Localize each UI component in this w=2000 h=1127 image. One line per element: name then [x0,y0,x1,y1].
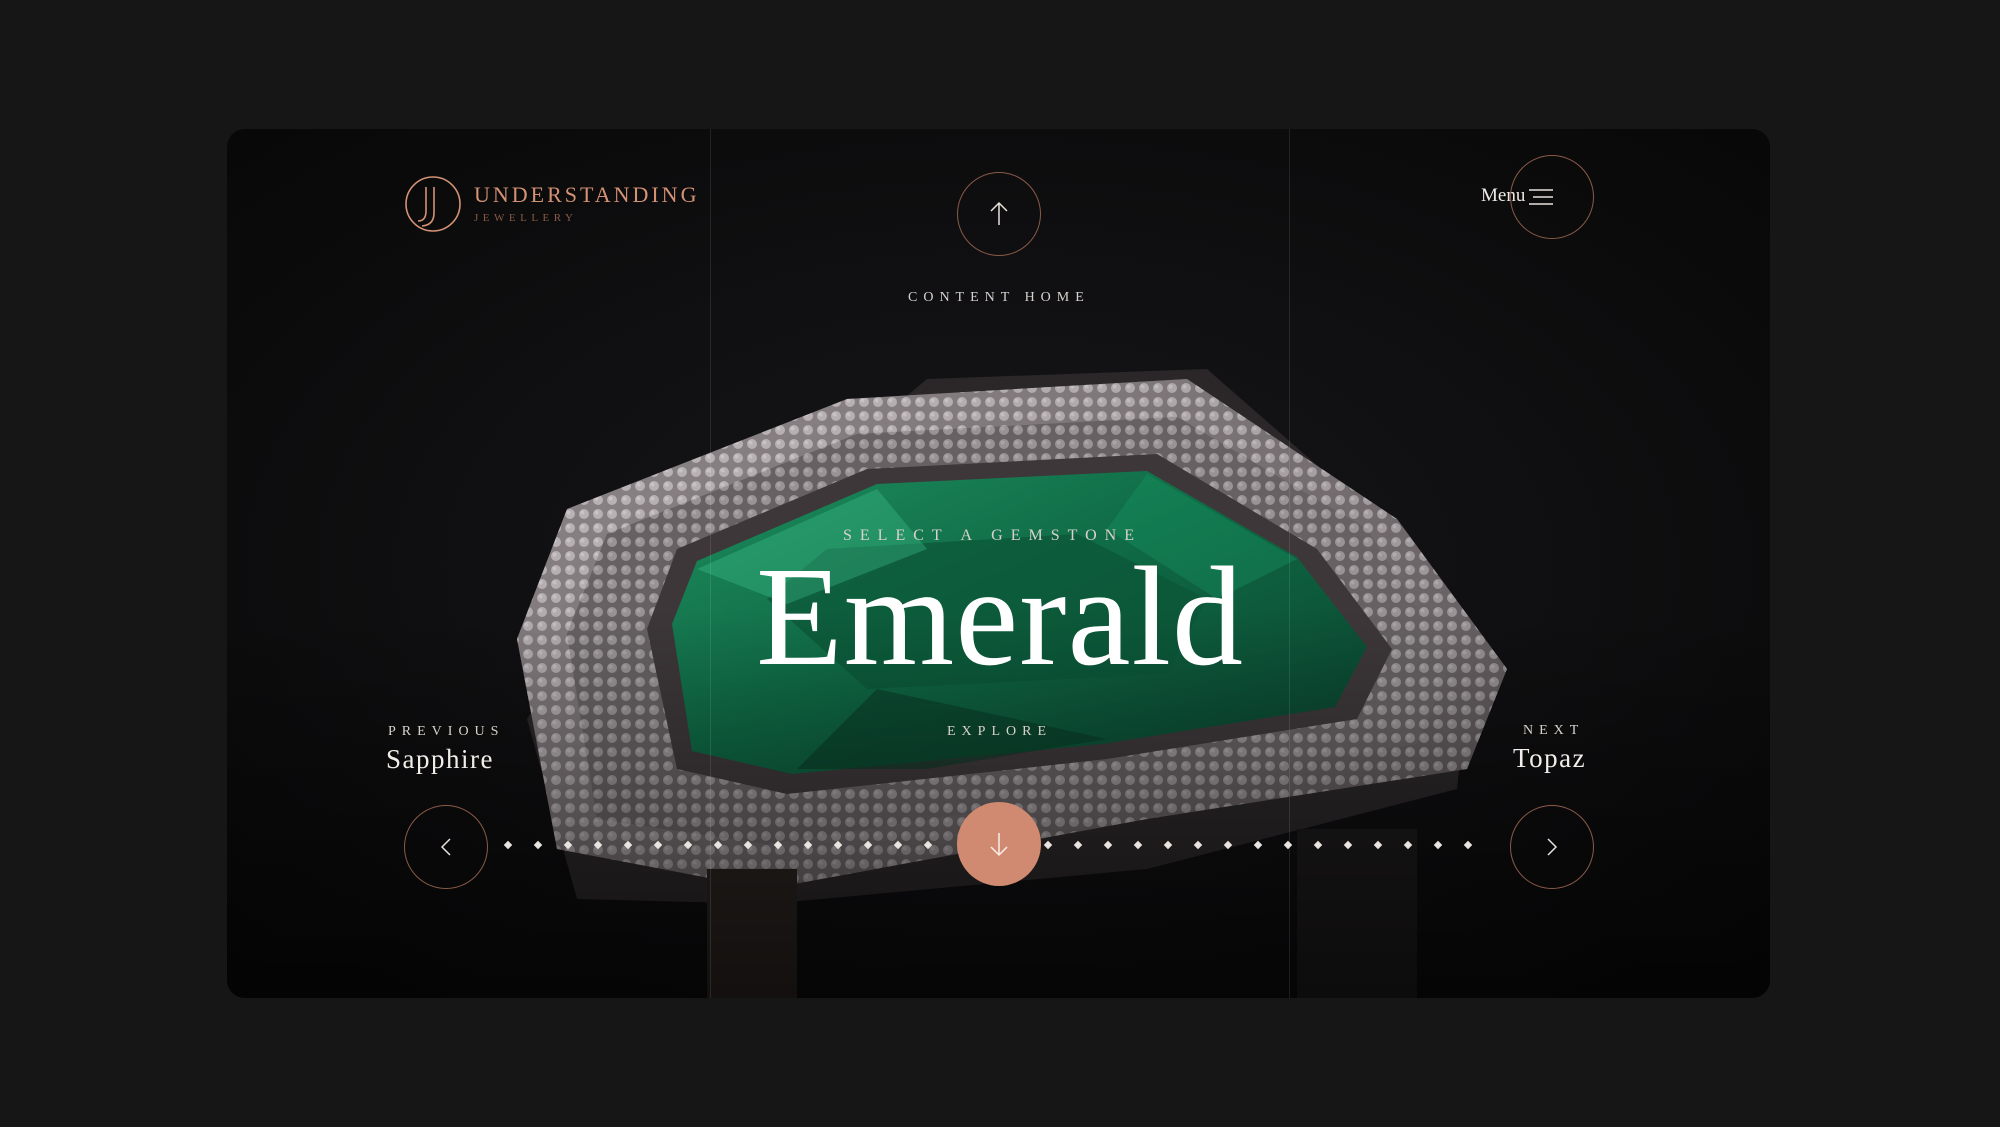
pagination-dot[interactable] [1403,840,1413,850]
previous-caption[interactable]: PREVIOUS [388,724,504,740]
pagination-dot[interactable] [683,840,693,850]
previous-gemstone-name[interactable]: Sapphire [386,744,494,775]
pagination-dot[interactable] [803,840,813,850]
next-button[interactable] [1510,805,1594,889]
explore-label[interactable]: EXPLORE [947,724,1052,740]
pagination-dot[interactable] [1043,840,1053,850]
pagination-dot[interactable] [1103,840,1113,850]
hamburger-icon [1529,189,1553,205]
explore-button[interactable] [957,802,1041,886]
pagination-dot[interactable] [1373,840,1383,850]
pagination-dot[interactable] [653,840,663,850]
brand-subtitle: JEWELLERY [474,212,578,224]
next-gemstone-name[interactable]: Topaz [1513,743,1586,774]
brand-title: UNDERSTANDING [474,182,700,207]
content-home-label[interactable]: CONTENT HOME [908,290,1090,306]
pagination-dot[interactable] [743,840,753,850]
pagination-dot[interactable] [1253,840,1263,850]
logo-monogram-icon [405,176,461,232]
pagination-dot[interactable] [923,840,933,850]
next-caption[interactable]: NEXT [1523,723,1584,739]
gemstone-title: Emerald [756,537,1244,695]
pagination-dot[interactable] [1163,840,1173,850]
content-home-button[interactable] [957,172,1041,256]
pagination-dot[interactable] [833,840,843,850]
arrow-down-icon [990,833,1008,857]
pagination-dot[interactable] [1433,840,1443,850]
pagination-dot[interactable] [773,840,783,850]
pagination-dot[interactable] [1223,840,1233,850]
pagination-dot[interactable] [893,840,903,850]
pagination-dot[interactable] [533,840,543,850]
pagination-dot[interactable] [1343,840,1353,850]
pagination-dot[interactable] [1313,840,1323,850]
pagination-dot[interactable] [1133,840,1143,850]
previous-button[interactable] [404,805,488,889]
chevron-left-icon [440,838,451,856]
pagination-dot[interactable] [623,840,633,850]
pagination-dot[interactable] [1193,840,1203,850]
chevron-right-icon [1547,838,1558,856]
menu-button[interactable] [1510,155,1594,239]
pagination-dot[interactable] [593,840,603,850]
pagination-dot[interactable] [713,840,723,850]
arrow-up-icon [990,201,1008,225]
pagination-dot[interactable] [1283,840,1293,850]
brand-logo[interactable]: UNDERSTANDING JEWELLERY [404,175,699,233]
pagination-dot[interactable] [1463,840,1473,850]
pagination-dot[interactable] [1073,840,1083,850]
pagination-dot[interactable] [863,840,873,850]
pagination-dot[interactable] [503,840,513,850]
pagination-dot[interactable] [563,840,573,850]
